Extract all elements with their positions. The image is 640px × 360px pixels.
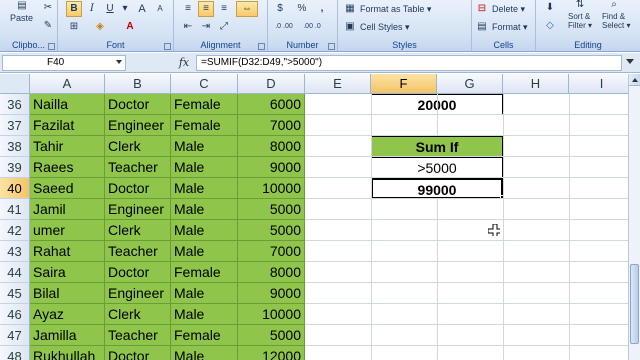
name-box[interactable]: F40 — [2, 55, 126, 71]
styles-group: ▦ Format as Table ▾ ▣ Cell Styles ▾ Styl… — [338, 0, 472, 51]
clipboard-group: ▤ Paste ✂ ✎ Clipbo... — [0, 0, 58, 51]
currency-button[interactable]: $ — [272, 1, 288, 17]
delete-label: Delete — [492, 4, 519, 14]
fill-icon[interactable]: ⬇ — [542, 0, 558, 16]
increase-indent-icon[interactable]: ⇥ — [198, 19, 214, 35]
cell-styles-label: Cell Styles — [360, 22, 403, 32]
alignment-launcher[interactable] — [258, 43, 265, 50]
editing-group: ⬇ ◇ ⇅ Sort & Filter ▾ ⌕ Find & Select ▾ Ed… — [536, 0, 640, 51]
align-left-icon[interactable]: ≡ — [180, 1, 196, 17]
font-color-button[interactable]: A — [122, 19, 138, 35]
font-group: B I U ▾ A A ⊞ ◈ A Font — [58, 0, 174, 51]
italic-button[interactable]: I — [84, 1, 100, 17]
format-as-table-button[interactable]: Format as Table ▾ — [360, 1, 431, 17]
cells-group-label: Cells — [493, 40, 514, 50]
delete-icon: ⊟ — [477, 3, 487, 14]
increase-decimal-button[interactable]: .0 .00 — [272, 19, 296, 35]
expand-formula-bar-icon[interactable] — [626, 59, 634, 64]
orientation-icon[interactable]: ⤢ — [216, 19, 232, 35]
borders-icon[interactable]: ⊞ — [66, 19, 82, 35]
chevron-down-icon: ▾ — [426, 4, 432, 14]
formula-input[interactable]: =SUMIF(D32:D49,">5000") — [196, 55, 622, 71]
clipboard-launcher[interactable] — [48, 43, 55, 50]
number-group: $ % , .0 .00 .00 .0 Number — [268, 0, 338, 51]
format-button[interactable]: Format ▾ — [492, 19, 528, 35]
underline-dropdown-icon[interactable]: ▾ — [120, 1, 130, 17]
underline-button[interactable]: U — [102, 1, 118, 17]
find-select-line1: Find & — [602, 12, 626, 21]
insert-function-button[interactable]: fx — [176, 55, 192, 71]
styles-group-label: Styles — [392, 40, 417, 50]
number-launcher[interactable] — [328, 43, 335, 50]
chevron-down-icon: ▾ — [523, 22, 528, 32]
number-group-label: Number — [286, 40, 319, 50]
decrease-indent-icon[interactable]: ⇤ — [180, 19, 196, 35]
align-right-icon[interactable]: ≡ — [216, 1, 232, 17]
decrease-decimal-button[interactable]: .00 .0 — [300, 19, 324, 35]
sort-filter-line2: Filter — [568, 21, 586, 30]
merge-center-icon[interactable]: ⇔ — [236, 1, 258, 17]
find-select-button[interactable]: Find & Select ▾ — [602, 12, 630, 30]
worksheet-grid[interactable]: A B C D E F G H I 36 Nailla Doctor Femal… — [0, 74, 628, 360]
format-as-table-icon: ▦ — [345, 3, 355, 14]
find-select-line2: Select — [602, 21, 625, 30]
format-icon: ▤ — [477, 21, 487, 32]
delete-button[interactable]: Delete ▾ — [492, 1, 525, 17]
chevron-down-icon: ▾ — [520, 4, 526, 14]
formula-bar: F40 fx =SUMIF(D32:D49,">5000") — [0, 53, 640, 73]
alignment-group-label: Alignment — [200, 40, 241, 50]
cut-icon[interactable]: ✂ — [40, 0, 56, 16]
shrink-font-button[interactable]: A — [152, 1, 168, 17]
scrollbar-thumb[interactable] — [630, 264, 639, 344]
grow-font-button[interactable]: A — [134, 1, 150, 17]
ribbon: ▤ Paste ✂ ✎ Clipbo... B I U ▾ A A ⊞ ◈ A … — [0, 0, 640, 52]
cell-styles-button[interactable]: Cell Styles ▾ — [360, 19, 410, 35]
format-painter-icon[interactable]: ✎ — [40, 18, 56, 34]
scroll-up-button[interactable] — [629, 74, 640, 86]
empty-gridlines — [305, 94, 628, 360]
format-as-table-label: Format as Table — [360, 4, 425, 14]
align-center-icon[interactable]: ≡ — [198, 1, 214, 17]
font-group-label: Font — [106, 40, 125, 50]
alignment-group: ≡ ≡ ≡ ⇔ ⇤ ⇥ ⤢ Alignment — [174, 0, 268, 51]
sort-filter-button[interactable]: Sort & Filter ▾ — [568, 12, 592, 30]
fill-color-icon[interactable]: ◈ — [92, 19, 108, 35]
cursor-plus-icon — [488, 224, 500, 236]
sort-filter-line1: Sort & — [568, 12, 591, 21]
vertical-scrollbar[interactable] — [628, 74, 640, 360]
cells-group: ⊟ Delete ▾ ▤ Format ▾ Cells — [472, 0, 536, 51]
name-box-dropdown-icon[interactable] — [116, 60, 122, 64]
format-label: Format — [492, 22, 521, 32]
percent-button[interactable]: % — [294, 1, 310, 17]
clear-icon[interactable]: ◇ — [542, 18, 558, 34]
editing-group-label: Editing — [574, 40, 602, 50]
chevron-down-icon: ▾ — [405, 22, 410, 32]
scroll-up-icon — [632, 78, 638, 82]
cell-styles-icon: ▣ — [345, 21, 355, 32]
paste-button[interactable]: Paste — [10, 10, 33, 26]
comma-button[interactable]: , — [314, 1, 330, 17]
font-launcher[interactable] — [164, 43, 171, 50]
bold-button[interactable]: B — [66, 1, 82, 17]
